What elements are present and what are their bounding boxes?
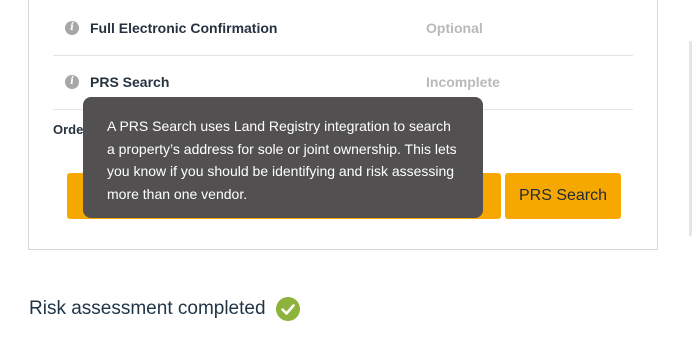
tooltip-text: A PRS Search uses Land Registry integrat… bbox=[107, 118, 457, 202]
order-label: Orde bbox=[53, 122, 84, 137]
row-status: Incomplete bbox=[426, 74, 500, 90]
row-status: Optional bbox=[426, 20, 483, 36]
info-icon[interactable]: i bbox=[65, 75, 79, 89]
prs-search-button[interactable]: PRS Search bbox=[505, 173, 621, 219]
checklist-row-full-electronic-confirmation: i Full Electronic Confirmation Optional bbox=[53, 2, 633, 56]
page: i Full Electronic Confirmation Optional … bbox=[0, 0, 692, 340]
info-icon[interactable]: i bbox=[65, 21, 79, 35]
prs-search-tooltip: A PRS Search uses Land Registry integrat… bbox=[83, 97, 483, 218]
risk-assessment-title: Risk assessment completed bbox=[29, 298, 266, 319]
check-circle-icon bbox=[275, 297, 300, 321]
row-label: Full Electronic Confirmation bbox=[90, 20, 278, 36]
risk-assessment-status: Risk assessment completed bbox=[29, 297, 300, 321]
row-label: PRS Search bbox=[90, 74, 170, 90]
